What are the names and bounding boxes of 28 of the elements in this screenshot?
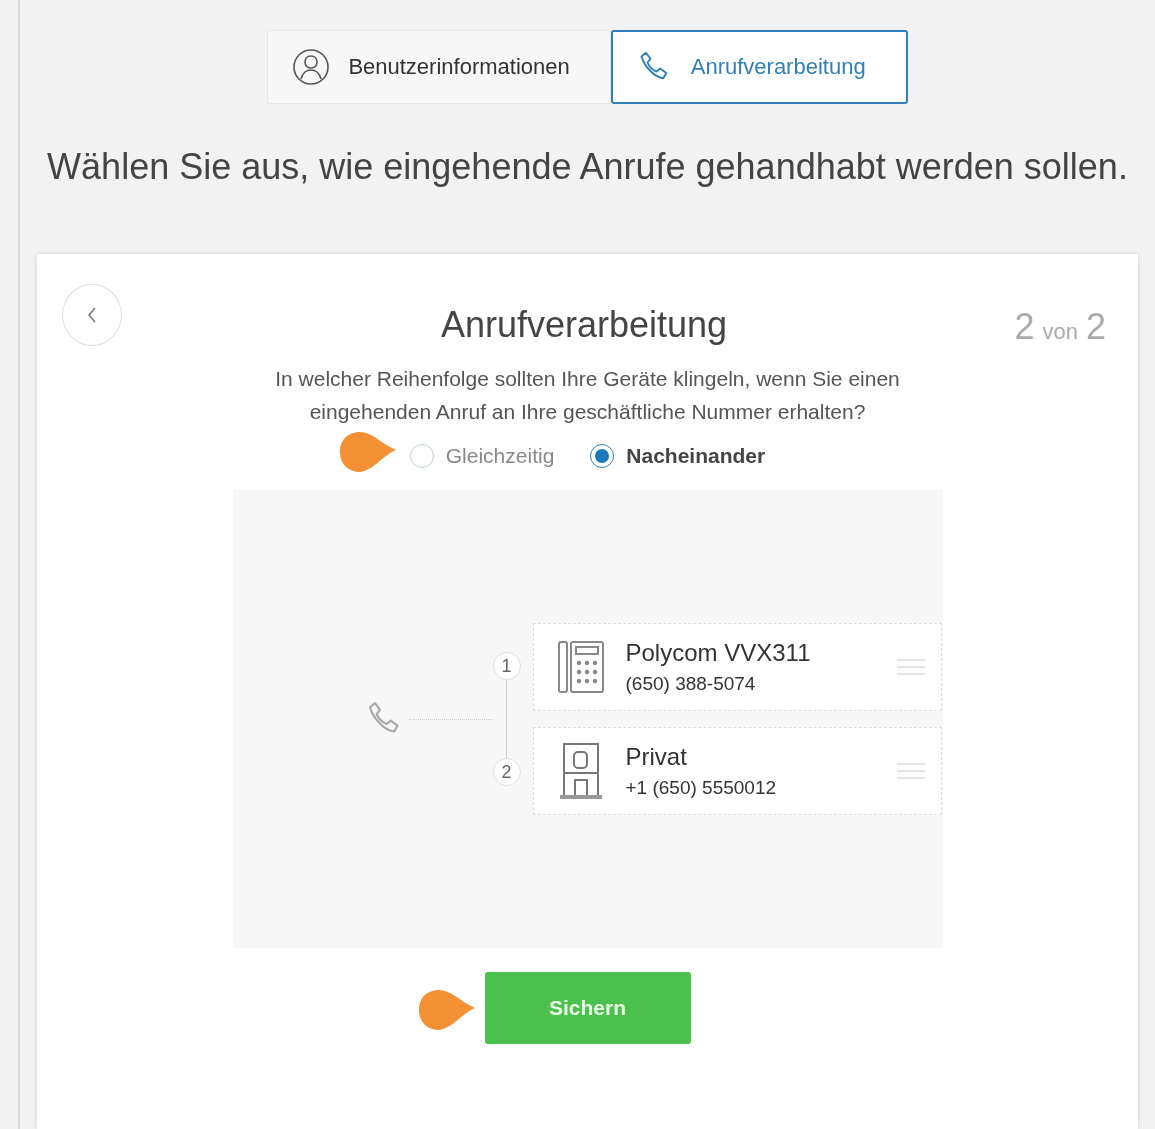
- device-number: +1 (650) 5550012: [625, 777, 778, 799]
- radio-option[interactable]: Gleichzeitig: [409, 444, 555, 468]
- device-card[interactable]: Polycom VVX311 (650) 388-5074: [532, 623, 942, 711]
- pointer-marker-icon: [337, 430, 398, 474]
- drag-handle-icon[interactable]: [896, 763, 925, 779]
- order-number: 1: [492, 652, 521, 680]
- tab[interactable]: Anrufverarbeitung: [610, 30, 908, 104]
- device-name: Privat: [625, 743, 688, 771]
- tab[interactable]: Benutzerinformationen: [267, 30, 611, 104]
- user-icon: [292, 48, 331, 86]
- pointer-marker-icon: [416, 988, 477, 1032]
- radio-label: Nacheinander: [626, 444, 766, 468]
- device-name: Polycom VVX311: [625, 639, 812, 667]
- radio-label: Gleichzeitig: [445, 444, 555, 468]
- radio-button[interactable]: [590, 444, 615, 468]
- radio-button[interactable]: [409, 444, 434, 468]
- radio-option[interactable]: Nacheinander: [590, 444, 766, 468]
- drag-handle-icon[interactable]: [896, 659, 925, 675]
- question-text: In welcher Reihenfolge sollten Ihre Geräte klingeln, wenn Sie einen eingehenden Anruf an Ihre geschäftliche Nummer erhalten?: [274, 366, 901, 425]
- card-title: Anrufverarbeitung: [440, 304, 728, 346]
- desk-phone-icon: [557, 639, 604, 695]
- chevron-left-icon: [85, 305, 99, 325]
- building-icon: [557, 742, 604, 800]
- device-number: (650) 388-5074: [625, 673, 757, 695]
- page-heading: Wählen Sie aus, wie eingehende Anrufe gehandhabt werden sollen.: [47, 146, 1128, 188]
- order-number: 2: [492, 758, 521, 786]
- device-card[interactable]: Privat +1 (650) 5550012: [532, 727, 942, 815]
- step-counter: 2 von 2: [1014, 306, 1106, 348]
